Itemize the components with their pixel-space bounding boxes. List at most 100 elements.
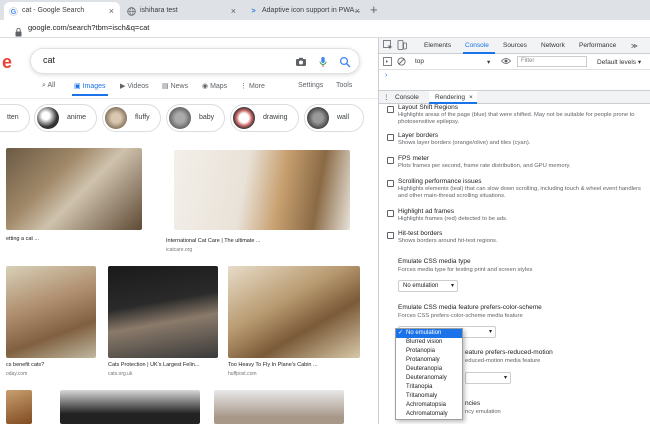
chip-thumbnail (37, 107, 59, 129)
option-desc: Highlights frames (red) detected to be a… (398, 216, 508, 222)
result-image[interactable] (108, 266, 218, 358)
tab-elements[interactable]: Elements (424, 42, 451, 49)
nav-images[interactable]: ▣ Images (74, 82, 106, 90)
microphone-icon[interactable] (317, 55, 329, 67)
drawer-tab-rendering[interactable]: Rendering (435, 94, 465, 101)
nav-more[interactable]: ⋮ More (240, 82, 265, 90)
chip-drawing[interactable]: drawing (230, 104, 299, 132)
option-desc: Highlights elements (teal) that can slow… (398, 186, 641, 199)
context-selector[interactable]: top (415, 58, 424, 65)
media-type-desc: Forces media type for testing print and … (398, 267, 533, 273)
option-title: Hit-test borders (398, 230, 443, 237)
checkmark-icon: ✓ (398, 330, 404, 336)
console-prompt-icon[interactable]: › (385, 72, 387, 79)
tab-adaptive-icon[interactable]: > Adaptive icon support in PWA... × (244, 2, 366, 20)
reduced-motion-select[interactable]: ▾ (465, 372, 511, 384)
result-caption[interactable]: International Cat Care | The ultimate ..… (166, 238, 261, 244)
more-tabs-icon[interactable]: ≫ (631, 42, 638, 50)
chip-thumbnail (105, 107, 127, 129)
scrolling-issues-checkbox[interactable] (387, 180, 394, 187)
clear-console-icon[interactable] (397, 57, 406, 68)
media-type-value: No emulation (403, 283, 439, 289)
result-image[interactable] (228, 266, 360, 358)
option-title: Highlight ad frames (398, 208, 454, 215)
dropdown-option-protanomaly[interactable]: Protanomaly (396, 356, 462, 365)
result-source: cats.org.uk (108, 371, 133, 377)
chip-fluffy[interactable]: fluffy (102, 104, 161, 132)
dropdown-option-tritanomaly[interactable]: Tritanomaly (396, 392, 462, 401)
drawer-tabbar: ⋮ Console Rendering × (379, 90, 650, 104)
result-image[interactable] (60, 390, 200, 424)
search-box[interactable]: cat (30, 48, 360, 74)
nav-more-label: More (248, 83, 265, 90)
tab-network[interactable]: Network (541, 42, 565, 49)
nav-videos-label: Videos (127, 83, 149, 90)
dropdown-option-achromatopsia[interactable]: Achromatopsia (396, 401, 462, 410)
result-caption[interactable]: cs benefit cats? (6, 362, 44, 368)
nav-videos[interactable]: ▶ Videos (120, 82, 149, 90)
result-image[interactable] (6, 390, 32, 424)
nav-maps[interactable]: ◉ Maps (202, 82, 227, 90)
layout-shift-checkbox[interactable] (387, 106, 394, 113)
drawer-tab-close-icon[interactable]: × (469, 94, 473, 101)
nav-all[interactable]: ⌕ All (42, 82, 55, 90)
tab-sources[interactable]: Sources (503, 42, 527, 49)
result-image[interactable] (6, 148, 142, 230)
chip-kitten[interactable]: tten (0, 104, 30, 132)
dropdown-option-deuteranomaly[interactable]: Deuteranomaly (396, 374, 462, 383)
color-scheme-desc: Forces CSS prefers-color-scheme media fe… (398, 313, 523, 319)
tab-ishihara-test[interactable]: ishihara test × (122, 2, 242, 20)
sidebar-toggle-icon[interactable] (383, 57, 392, 68)
result-image[interactable] (174, 150, 350, 230)
result-caption[interactable]: Cats Protection | UK's Largest Felin... (108, 362, 199, 368)
chip-baby[interactable]: baby (166, 104, 226, 132)
browser-tabstrip: G cat - Google Search × ishihara test × … (0, 0, 650, 20)
tab-title: ishihara test (140, 7, 178, 14)
dropdown-option-blurred-vision[interactable]: Blurred vision (396, 338, 462, 347)
dropdown-option-deuteranopia[interactable]: Deuteranopia (396, 365, 462, 374)
eye-icon[interactable] (500, 57, 512, 67)
dropdown-option-protanopia[interactable]: Protanopia (396, 347, 462, 356)
dropdown-option-tritanopia[interactable]: Tritanopia (396, 383, 462, 392)
search-icon[interactable] (339, 55, 351, 68)
nav-settings[interactable]: Settings (298, 82, 323, 89)
fps-meter-checkbox[interactable] (387, 157, 394, 164)
drawer-tab-console[interactable]: Console (395, 94, 419, 101)
device-toolbar-icon[interactable] (397, 40, 407, 52)
dropdown-option-no-emulation[interactable]: ✓ No emulation (396, 329, 462, 338)
nav-news[interactable]: ▤ News (162, 82, 188, 90)
filter-input[interactable]: Filter (517, 56, 587, 67)
result-image[interactable] (214, 390, 344, 424)
dropdown-option-achromatomaly[interactable]: Achromatomaly (396, 410, 462, 419)
tab-console[interactable]: Console (465, 42, 489, 49)
nav-tools[interactable]: Tools (336, 82, 352, 89)
chip-wallpaper[interactable]: wall (304, 104, 364, 132)
globe-favicon-icon (127, 7, 136, 16)
hit-test-checkbox[interactable] (387, 232, 394, 239)
tab-performance[interactable]: Performance (579, 42, 616, 49)
search-input[interactable]: cat (43, 55, 55, 65)
result-caption[interactable]: Too Heavy To Fly In Plane's Cabin ... (228, 362, 318, 368)
dropdown-arrow-icon: ▾ (487, 59, 491, 66)
tab-close-icon[interactable]: × (109, 2, 114, 20)
google-logo[interactable]: e (2, 52, 12, 73)
result-caption[interactable]: etting a cat ... (6, 236, 39, 242)
tab-cat-google-search[interactable]: G cat - Google Search × (4, 2, 120, 20)
tab-close-icon[interactable]: × (231, 2, 236, 20)
camera-icon[interactable] (295, 55, 307, 67)
result-image[interactable] (6, 266, 96, 358)
new-tab-button[interactable]: + (370, 2, 378, 18)
address-bar[interactable]: google.com/search?tbm=isch&q=cat (0, 20, 650, 38)
ad-frames-checkbox[interactable] (387, 210, 394, 217)
url-text[interactable]: google.com/search?tbm=isch&q=cat (28, 23, 149, 32)
log-levels-dropdown[interactable]: Default levels ▾ (597, 58, 641, 66)
option-desc: Shows borders around hit-test regions. (398, 238, 498, 244)
chip-anime[interactable]: anime (34, 104, 98, 132)
media-type-select[interactable]: No emulation ▾ (398, 280, 458, 292)
layer-borders-checkbox[interactable] (387, 134, 394, 141)
option-desc: Plots frames per second, frame rate dist… (398, 163, 571, 169)
tab-close-icon[interactable]: × (355, 2, 360, 20)
chevron-down-icon: ▾ (503, 375, 507, 381)
drawer-menu-icon[interactable]: ⋮ (383, 93, 390, 101)
inspect-element-icon[interactable] (383, 40, 393, 52)
